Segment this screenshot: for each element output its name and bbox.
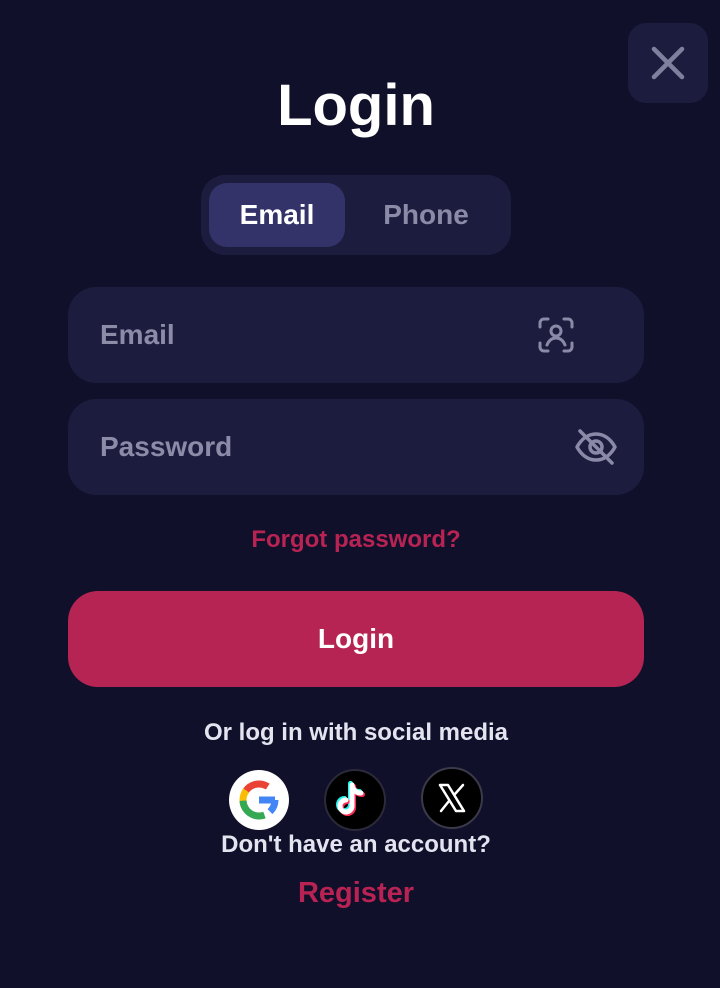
page-title: Login (277, 73, 435, 138)
eye-off-icon[interactable] (574, 427, 618, 467)
forgot-password-link[interactable]: Forgot password? (0, 526, 712, 554)
google-login-button[interactable] (227, 768, 291, 832)
password-input[interactable] (68, 399, 538, 495)
tiktok-login-button[interactable] (323, 768, 387, 832)
x-login-button[interactable] (420, 766, 484, 830)
login-button[interactable]: Login (68, 591, 644, 687)
login-modal: Login Email Phone Forgot pass (0, 0, 720, 988)
email-field-container (68, 287, 644, 383)
register-link[interactable]: Register (0, 877, 712, 910)
email-input[interactable] (68, 287, 538, 383)
social-login-caption: Or log in with social media (203, 719, 509, 746)
tiktok-icon (324, 769, 386, 831)
signup-prompt: Don't have an account? (221, 831, 491, 858)
tab-email[interactable]: Email (209, 183, 345, 247)
google-icon (229, 770, 289, 830)
login-method-tabs: Email Phone (201, 175, 511, 255)
x-icon (421, 767, 483, 829)
tab-phone[interactable]: Phone (349, 183, 503, 247)
user-scan-icon (538, 317, 574, 353)
password-field-container (68, 399, 644, 495)
